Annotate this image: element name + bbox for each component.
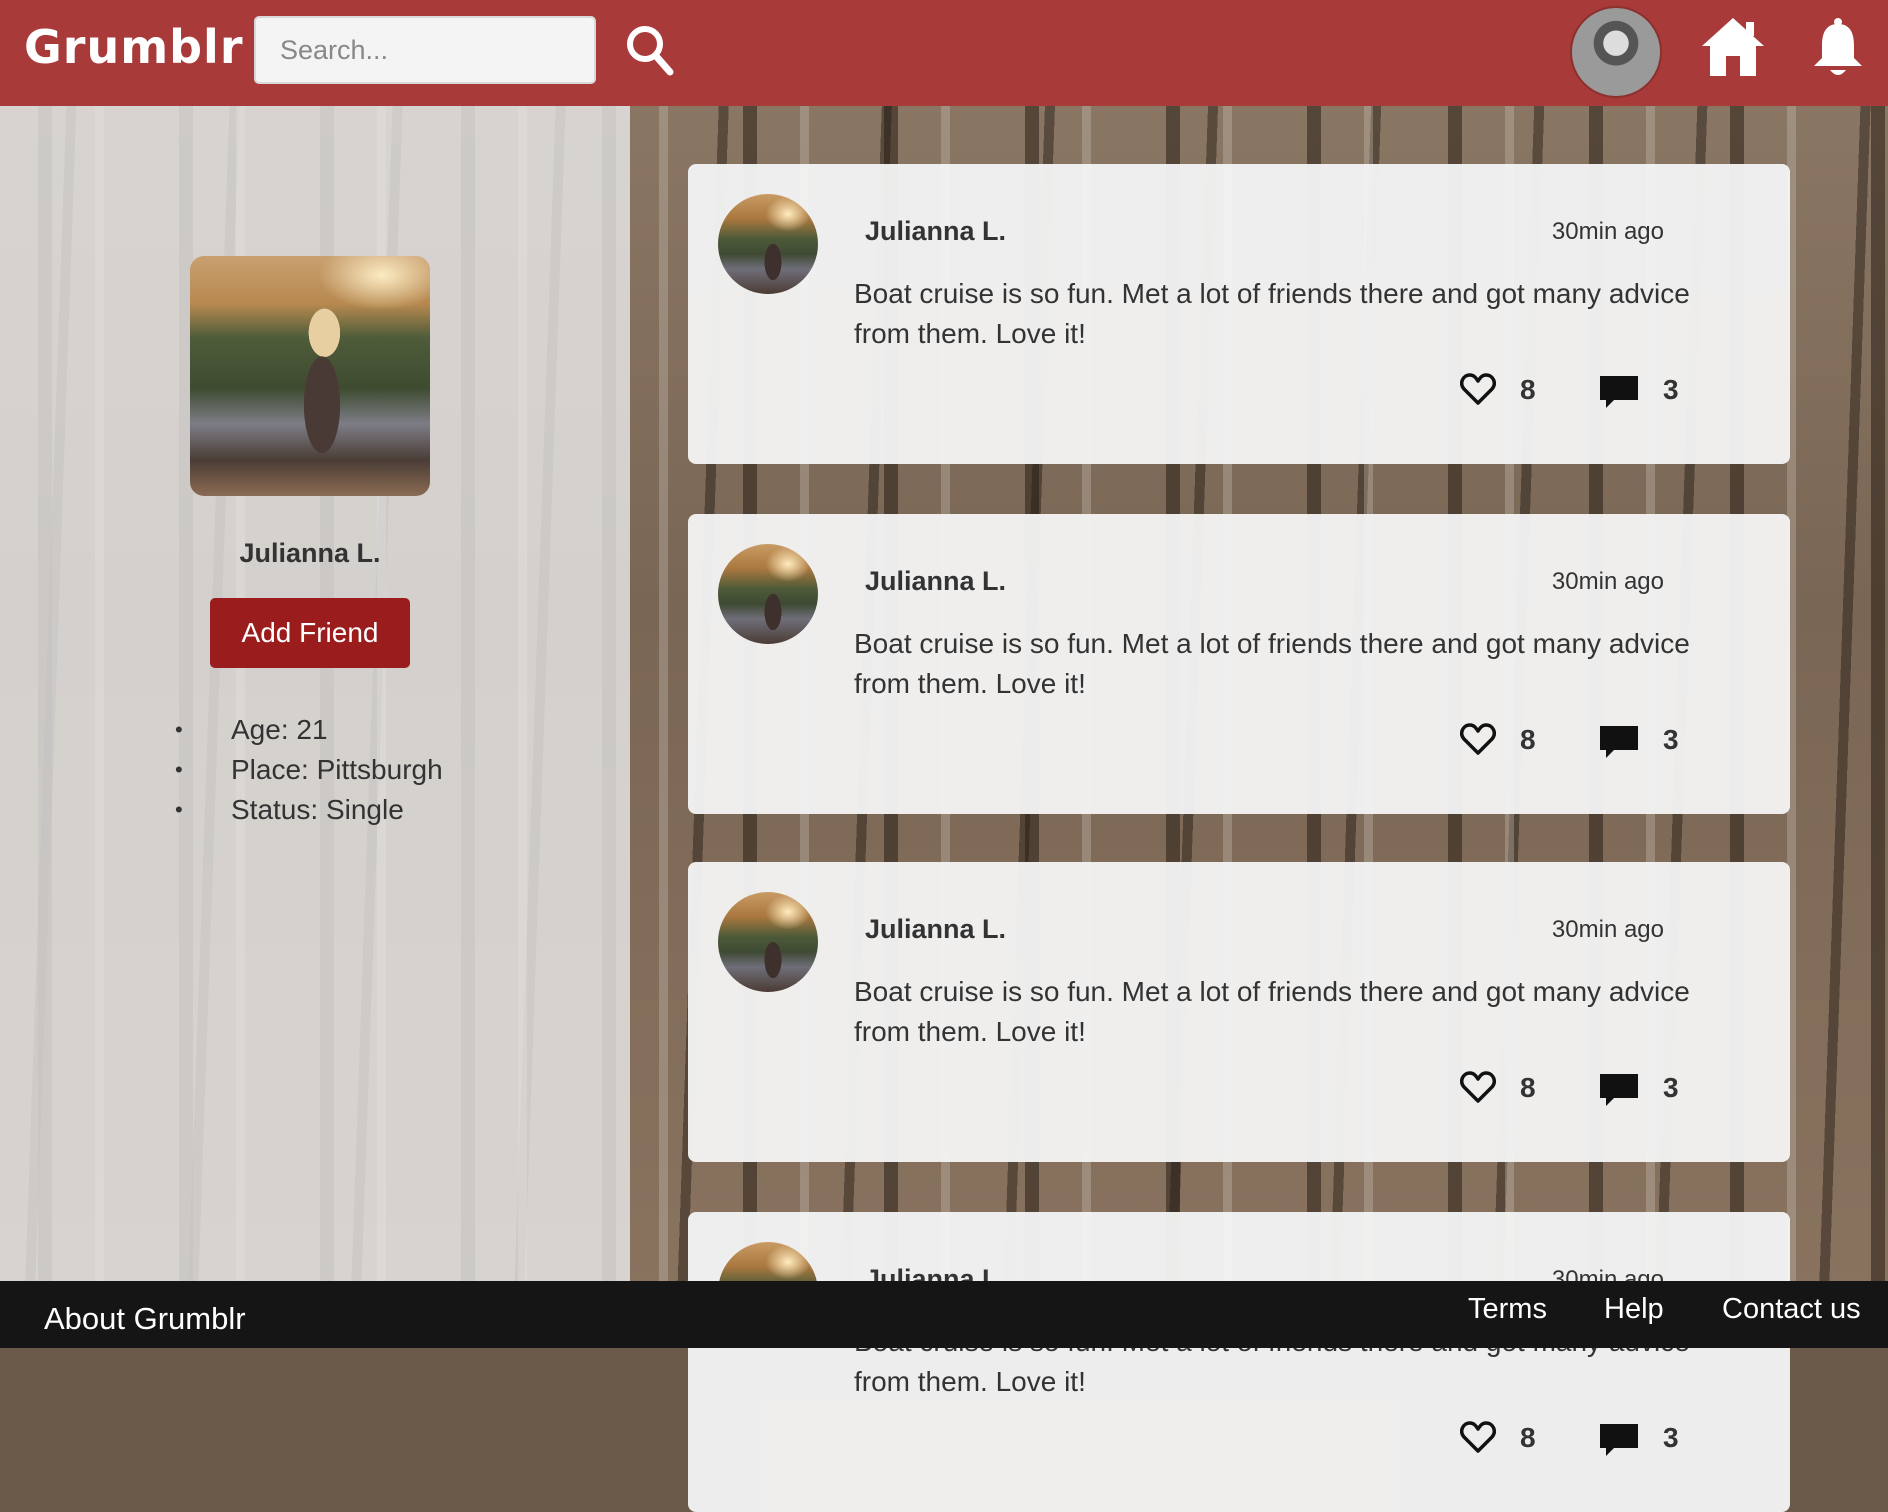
post-avatar[interactable] — [718, 194, 818, 294]
post-timestamp: 30min ago — [1551, 916, 1664, 943]
post-card: Julianna L. 30min ago Boat cruise is so … — [688, 164, 1790, 464]
post-avatar[interactable] — [718, 892, 818, 992]
comment-icon[interactable] — [1598, 1072, 1640, 1108]
comment-icon[interactable] — [1598, 724, 1640, 760]
top-navbar: Grumblr — [0, 0, 1888, 106]
post-text: Boat cruise is so fun. Met a lot of frie… — [854, 628, 1690, 699]
comment-count: 3 — [1663, 374, 1679, 405]
comment-icon[interactable] — [1598, 374, 1640, 410]
home-icon[interactable] — [1700, 14, 1766, 78]
post-timestamp: 30min ago — [1551, 218, 1664, 245]
post-card: Julianna L. 30min ago Boat cruise is so … — [688, 514, 1790, 814]
post-text: Boat cruise is so fun. Met a lot of frie… — [854, 976, 1690, 1047]
footer-about-link[interactable]: About Grumblr — [44, 1301, 246, 1337]
user-avatar[interactable] — [1570, 6, 1662, 98]
app-logo[interactable]: Grumblr — [24, 20, 244, 74]
post-timestamp: 30min ago — [1551, 568, 1664, 595]
heart-icon[interactable] — [1460, 372, 1496, 406]
like-count: 8 — [1520, 374, 1536, 405]
comment-icon[interactable] — [1598, 1422, 1640, 1458]
post-text: Boat cruise is so fun. Met a lot of frie… — [854, 278, 1690, 349]
post-author[interactable]: Julianna L. — [865, 566, 1006, 597]
footer-help-link[interactable]: Help — [1604, 1293, 1664, 1326]
comment-count: 3 — [1663, 724, 1679, 755]
post-card: Julianna L. 30min ago Boat cruise is so … — [688, 862, 1790, 1162]
profile-age: Age: 21 — [175, 710, 443, 750]
profile-info-list: Age: 21 Place: Pittsburgh Status: Single — [175, 710, 443, 830]
bell-icon[interactable] — [1810, 16, 1866, 80]
profile-status: Status: Single — [175, 790, 443, 830]
like-count: 8 — [1520, 1072, 1536, 1103]
add-friend-button[interactable]: Add Friend — [210, 598, 410, 668]
profile-place: Place: Pittsburgh — [175, 750, 443, 790]
like-count: 8 — [1520, 724, 1536, 755]
post-author[interactable]: Julianna L. — [865, 216, 1006, 247]
post-avatar[interactable] — [718, 544, 818, 644]
heart-icon[interactable] — [1460, 1420, 1496, 1454]
comment-count: 3 — [1663, 1072, 1679, 1103]
post-author[interactable]: Julianna L. — [865, 914, 1006, 945]
profile-name: Julianna L. — [239, 538, 381, 568]
like-count: 8 — [1520, 1422, 1536, 1453]
footer-contact-link[interactable]: Contact us — [1722, 1293, 1861, 1326]
comment-count: 3 — [1663, 1422, 1679, 1453]
footer-terms-link[interactable]: Terms — [1468, 1293, 1547, 1326]
heart-icon[interactable] — [1460, 722, 1496, 756]
search-icon[interactable] — [624, 22, 676, 78]
post-card: Julianna L. 30min ago Boat cruise is so … — [688, 1212, 1790, 1512]
footer: About Grumblr Terms Help Contact us — [0, 1281, 1888, 1348]
profile-photo — [190, 256, 430, 496]
heart-icon[interactable] — [1460, 1070, 1496, 1104]
search-input[interactable] — [254, 16, 596, 84]
